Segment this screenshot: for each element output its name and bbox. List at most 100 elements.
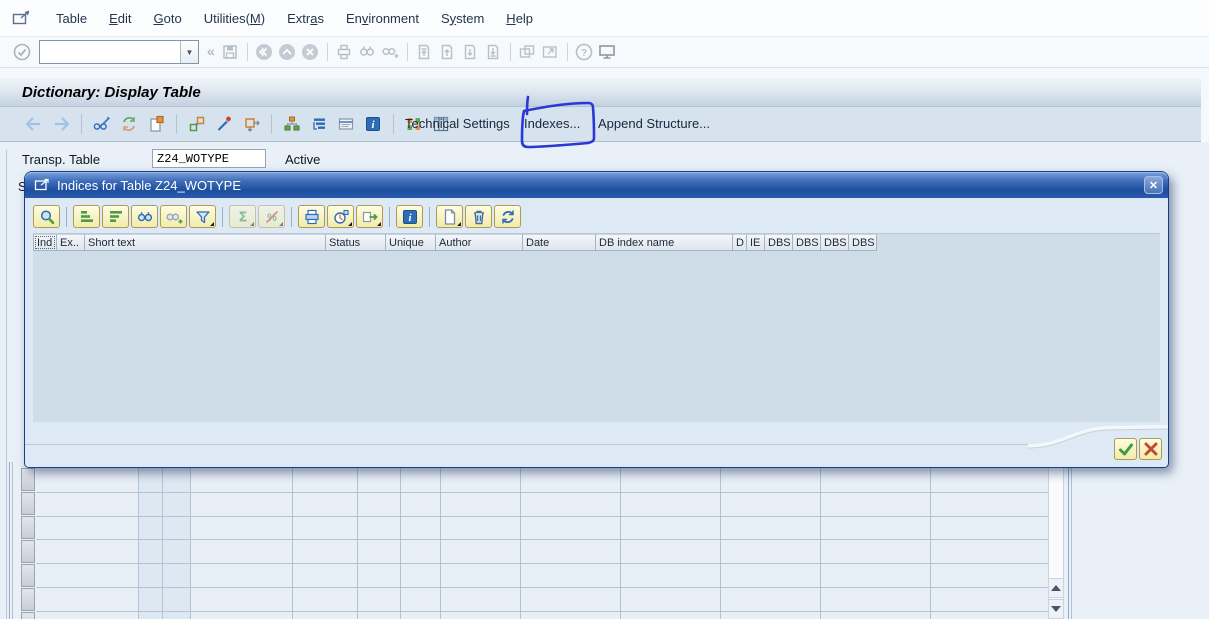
row-selector-6[interactable] — [21, 612, 35, 619]
bg-right-frame-1 — [1068, 462, 1069, 619]
column-header-ind-0[interactable]: Ind — [33, 234, 57, 251]
scroll-up-icon[interactable] — [1048, 578, 1064, 598]
back-icon[interactable] — [24, 115, 44, 133]
sort-ascending-icon[interactable] — [73, 205, 100, 228]
activate-wand-icon[interactable] — [214, 115, 234, 133]
page-up-icon[interactable] — [436, 42, 459, 62]
bg-grid-vline-4 — [357, 462, 358, 619]
cancel-circle-icon[interactable] — [299, 42, 322, 62]
transp-table-field[interactable] — [152, 149, 266, 168]
first-page-icon[interactable] — [413, 42, 436, 62]
menu-edit[interactable]: Edit — [98, 8, 142, 29]
create-index-icon[interactable] — [436, 205, 463, 228]
print-icon[interactable] — [333, 42, 356, 62]
menu-goto[interactable]: Goto — [142, 8, 192, 29]
sort-descending-icon[interactable] — [102, 205, 129, 228]
append-structure-button[interactable]: Append Structure... — [598, 116, 710, 131]
menu-help[interactable]: Help — [495, 8, 544, 29]
customize-local-layout-icon[interactable] — [596, 42, 619, 62]
row-selector-4[interactable] — [21, 564, 35, 587]
menu-environment[interactable]: Environment — [335, 8, 430, 29]
forward-icon[interactable] — [51, 115, 71, 133]
command-field[interactable]: ▼ — [39, 40, 199, 64]
enter-check-icon[interactable] — [10, 42, 33, 62]
bg-grid-hline-1 — [36, 516, 1048, 517]
dialog-title-bar[interactable]: Indices for Table Z24_WOTYPE ✕ — [25, 172, 1168, 198]
system-toolbar: ▼ « ? — [0, 37, 1209, 68]
menu-utilities[interactable]: Utilities(M) — [193, 8, 276, 29]
command-input[interactable] — [40, 41, 180, 63]
column-header-d-8[interactable]: D — [733, 234, 747, 251]
compare-icon[interactable] — [187, 115, 207, 133]
total-icon[interactable]: Σ — [229, 205, 256, 228]
help-icon[interactable]: ? — [573, 42, 596, 62]
column-header-ie-9[interactable]: IE — [747, 234, 765, 251]
new-session-icon[interactable] — [516, 42, 539, 62]
move-icon[interactable] — [241, 115, 261, 133]
collapse-chevron-icon[interactable]: « — [207, 43, 215, 59]
bg-right-frame-2 — [1071, 462, 1072, 619]
menu-table[interactable]: Table — [45, 8, 98, 29]
sap-gui-window: { "menu": { "items": [ {"pre":"Table","u… — [0, 0, 1209, 619]
find-next-icon[interactable] — [379, 42, 402, 62]
scroll-down-icon[interactable] — [1048, 599, 1064, 619]
save-icon[interactable] — [219, 42, 242, 62]
confirm-button[interactable] — [1114, 438, 1137, 460]
column-header-ex-1[interactable]: Ex.. — [57, 234, 85, 251]
find-icon[interactable] — [356, 42, 379, 62]
detail-view-icon[interactable] — [336, 115, 356, 133]
bg-grid-hline-2 — [36, 539, 1048, 540]
row-selector-3[interactable] — [21, 540, 35, 563]
column-header-dbindexname-7[interactable]: DB index name — [596, 234, 733, 251]
find-icon[interactable] — [131, 205, 158, 228]
delete-index-icon[interactable] — [465, 205, 492, 228]
column-header-date-6[interactable]: Date — [523, 234, 596, 251]
row-selector-5[interactable] — [21, 588, 35, 611]
screen-title-bar: Dictionary: Display Table — [0, 78, 1201, 107]
column-header-dbs-10[interactable]: DBS — [765, 234, 793, 251]
row-selector-0[interactable] — [21, 468, 35, 491]
column-header-author-5[interactable]: Author — [436, 234, 523, 251]
find-next-icon[interactable] — [160, 205, 187, 228]
chevron-down-icon[interactable]: ▼ — [180, 41, 198, 63]
indexes-button[interactable]: Indexes... — [524, 116, 580, 131]
sort-levels-icon[interactable] — [309, 115, 329, 133]
row-selector-1[interactable] — [21, 492, 35, 515]
column-header-dbs-11[interactable]: DBS — [793, 234, 821, 251]
cancel-button[interactable] — [1139, 438, 1162, 460]
technical-settings-button[interactable]: Technical Settings — [405, 116, 510, 131]
back-circle-icon[interactable] — [253, 42, 276, 62]
menu-extras[interactable]: Extras — [276, 8, 335, 29]
up-circle-icon[interactable] — [276, 42, 299, 62]
page-down-icon[interactable] — [459, 42, 482, 62]
bg-left-frame-1 — [9, 462, 10, 619]
display-change-icon[interactable] — [92, 115, 112, 133]
change-layout-icon[interactable] — [327, 205, 354, 228]
bg-grid-vline-10 — [820, 462, 821, 619]
row-selector-2[interactable] — [21, 516, 35, 539]
last-page-icon[interactable] — [482, 42, 505, 62]
dialog-title: Indices for Table Z24_WOTYPE — [57, 178, 241, 193]
info-icon[interactable]: i — [396, 205, 423, 228]
column-header-dbs-13[interactable]: DBS — [849, 234, 877, 251]
export-icon[interactable] — [356, 205, 383, 228]
column-header-dbs-12[interactable]: DBS — [821, 234, 849, 251]
column-header-shorttext-2[interactable]: Short text — [85, 234, 326, 251]
menu-system[interactable]: System — [430, 8, 495, 29]
create-shortcut-icon[interactable] — [539, 42, 562, 62]
set-filter-icon[interactable] — [189, 205, 216, 228]
column-header-status-3[interactable]: Status — [326, 234, 386, 251]
refresh-pair-icon[interactable] — [119, 115, 139, 133]
details-icon[interactable] — [33, 205, 60, 228]
bg-grid-vline-9 — [720, 462, 721, 619]
column-header-unique-4[interactable]: Unique — [386, 234, 436, 251]
info-icon[interactable]: i — [363, 115, 383, 133]
subtotal-percentage-icon[interactable]: % — [258, 205, 285, 228]
bg-grid-hline-4 — [36, 587, 1048, 588]
close-icon[interactable]: ✕ — [1144, 176, 1163, 194]
copy-icon[interactable] — [146, 115, 166, 133]
hierarchy-icon[interactable] — [282, 115, 302, 133]
bg-grid-tint-col-0 — [138, 462, 162, 619]
refresh-icon[interactable] — [494, 205, 521, 228]
print-icon[interactable] — [298, 205, 325, 228]
